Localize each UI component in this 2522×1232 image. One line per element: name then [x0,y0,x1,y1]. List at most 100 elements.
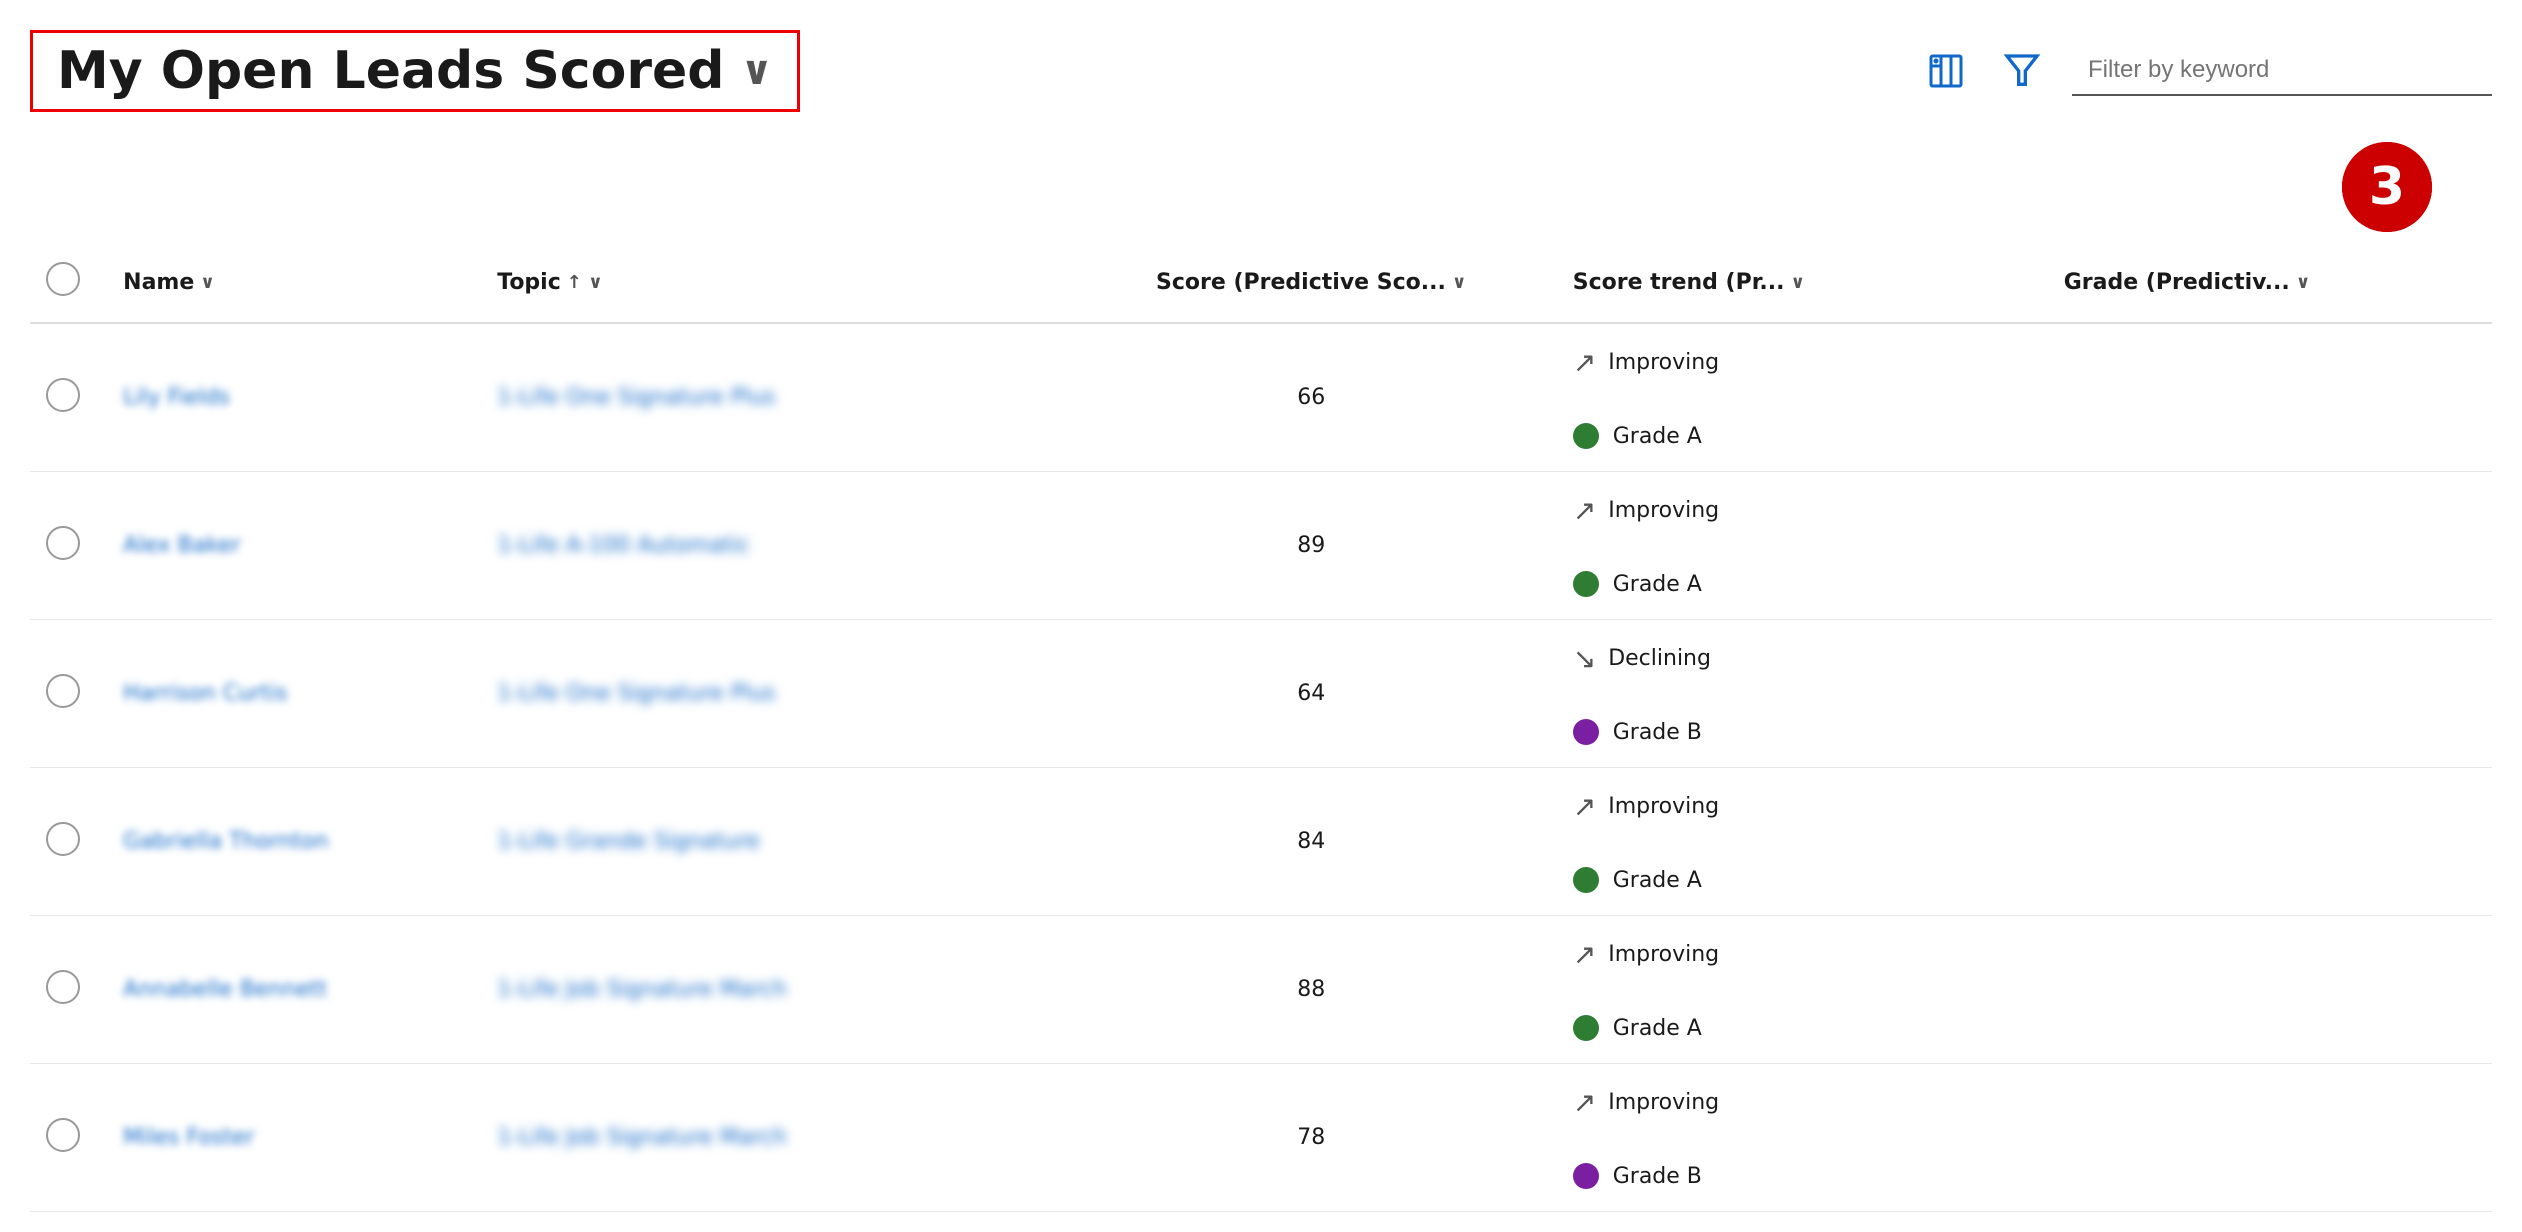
row-checkbox-5[interactable] [46,1118,80,1152]
grade-dot-4 [1573,1015,1599,1041]
row-score-3: 84 [1066,768,1557,916]
grade-dot-5 [1573,1163,1599,1189]
row-topic-5[interactable]: 1-Life Job Signature March [481,1064,1066,1212]
trend-sort-icon[interactable]: ∨ [1790,272,1805,293]
col-header-name[interactable]: Name ∨ [107,242,481,323]
row-topic-1[interactable]: 1-Life A-100 Automatic [481,472,1066,620]
row-name-0[interactable]: Lily Fields [107,323,481,472]
table-row: Annabelle Bennett 1-Life Job Signature M… [30,916,2492,1064]
trend-label-0: Improving [1608,350,1719,375]
trend-label-5: Improving [1608,1090,1719,1115]
grade-label-1: Grade A [1613,572,1702,597]
table-row: Gabriella Thornton 1-Life Grande Signatu… [30,768,2492,916]
edit-columns-icon [1926,51,1966,91]
view-title-button[interactable]: My Open Leads Scored ∨ [30,30,800,112]
header: My Open Leads Scored ∨ [30,20,2492,132]
trend-label-2: Declining [1608,646,1711,671]
grade-dot-2 [1573,719,1599,745]
filter-button[interactable] [1996,45,2048,97]
name-sort-icon[interactable]: ∨ [200,272,215,293]
table-row: Harrison Curtis 1-Life One Signature Plu… [30,620,2492,768]
row-grade-4: Grade A [1557,993,2048,1063]
trend-arrow-icon-3: ↗ [1573,790,1596,823]
grade-label-5: Grade B [1613,1164,1702,1189]
row-name-4[interactable]: Annabelle Bennett [107,916,481,1064]
trend-label-1: Improving [1608,498,1719,523]
annotation-row: 1 2 3 [30,132,2492,242]
row-checkbox-3[interactable] [46,822,80,856]
row-checkbox-1[interactable] [46,526,80,560]
trend-arrow-icon-0: ↗ [1573,346,1596,379]
score-sort-icon[interactable]: ∨ [1452,272,1467,293]
row-trend-2: ↘ Declining [1557,620,2048,697]
title-section: My Open Leads Scored ∨ [30,30,800,112]
grade-label-2: Grade B [1613,720,1702,745]
row-checkbox-cell [30,620,107,768]
grade-label-4: Grade A [1613,1016,1702,1041]
row-name-5[interactable]: Miles Foster [107,1064,481,1212]
table-row: Alex Baker 1-Life A-100 Automatic 89 ↗ I… [30,472,2492,620]
row-grade-3: Grade A [1557,845,2048,915]
col-header-trend[interactable]: Score trend (Pr... ∨ [1557,242,2048,323]
grade-label-3: Grade A [1613,868,1702,893]
row-grade-5: Grade B [1557,1141,2048,1211]
row-name-1[interactable]: Alex Baker [107,472,481,620]
row-topic-0[interactable]: 1-Life One Signature Plus [481,323,1066,472]
grade-dot-0 [1573,423,1599,449]
row-trend-4: ↗ Improving [1557,916,2048,993]
row-checkbox-cell [30,323,107,472]
col-header-grade[interactable]: Grade (Predictiv... ∨ [2048,242,2492,323]
row-name-3[interactable]: Gabriella Thornton [107,768,481,916]
select-all-checkbox[interactable] [46,262,80,296]
row-grade-2: Grade B [1557,697,2048,767]
row-checkbox-cell [30,768,107,916]
col-header-topic[interactable]: Topic ↑ ∨ [481,242,1066,323]
row-grade-0: Grade A [1557,401,2048,471]
row-checkbox-2[interactable] [46,674,80,708]
edit-columns-button[interactable] [1920,45,1972,97]
row-score-1: 89 [1066,472,1557,620]
trend-arrow-icon-2: ↘ [1573,642,1596,675]
row-name-2[interactable]: Harrison Curtis [107,620,481,768]
col-header-score[interactable]: Score (Predictive Sco... ∨ [1066,242,1557,323]
trend-arrow-icon-1: ↗ [1573,494,1596,527]
row-topic-2[interactable]: 1-Life One Signature Plus [481,620,1066,768]
trend-arrow-icon-5: ↗ [1573,1086,1596,1119]
trend-label-4: Improving [1608,942,1719,967]
row-trend-3: ↗ Improving [1557,768,2048,845]
view-title-text: My Open Leads Scored [57,41,724,101]
chevron-down-icon: ∨ [740,48,772,94]
row-trend-1: ↗ Improving [1557,472,2048,549]
row-checkbox-cell [30,1064,107,1212]
row-score-2: 64 [1066,620,1557,768]
grade-sort-icon[interactable]: ∨ [2296,272,2311,293]
filter-icon [2002,51,2042,91]
grade-dot-1 [1573,571,1599,597]
topic-sort-icon[interactable]: ↑ ∨ [567,272,603,293]
leads-table: Name ∨ Topic ↑ ∨ Score (Predictive Sco..… [30,242,2492,1212]
row-checkbox-4[interactable] [46,970,80,1004]
row-topic-4[interactable]: 1-Life Job Signature March [481,916,1066,1064]
grade-label-0: Grade A [1613,424,1702,449]
row-grade-1: Grade A [1557,549,2048,619]
row-score-4: 88 [1066,916,1557,1064]
annotation-bubble-3: 3 [2342,142,2432,232]
keyword-filter-input[interactable] [2072,46,2492,96]
row-topic-3[interactable]: 1-Life Grande Signature [481,768,1066,916]
trend-label-3: Improving [1608,794,1719,819]
row-checkbox-0[interactable] [46,378,80,412]
grade-dot-3 [1573,867,1599,893]
leads-table-wrapper: Name ∨ Topic ↑ ∨ Score (Predictive Sco..… [30,242,2492,1212]
row-score-0: 66 [1066,323,1557,472]
row-trend-5: ↗ Improving [1557,1064,2048,1141]
row-checkbox-cell [30,916,107,1064]
table-header-row: Name ∨ Topic ↑ ∨ Score (Predictive Sco..… [30,242,2492,323]
table-row: Miles Foster 1-Life Job Signature March … [30,1064,2492,1212]
col-header-checkbox [30,242,107,323]
row-score-5: 78 [1066,1064,1557,1212]
header-actions [1920,45,2492,97]
page-container: My Open Leads Scored ∨ [0,0,2522,1232]
row-trend-0: ↗ Improving [1557,324,2048,401]
row-checkbox-cell [30,472,107,620]
trend-arrow-icon-4: ↗ [1573,938,1596,971]
